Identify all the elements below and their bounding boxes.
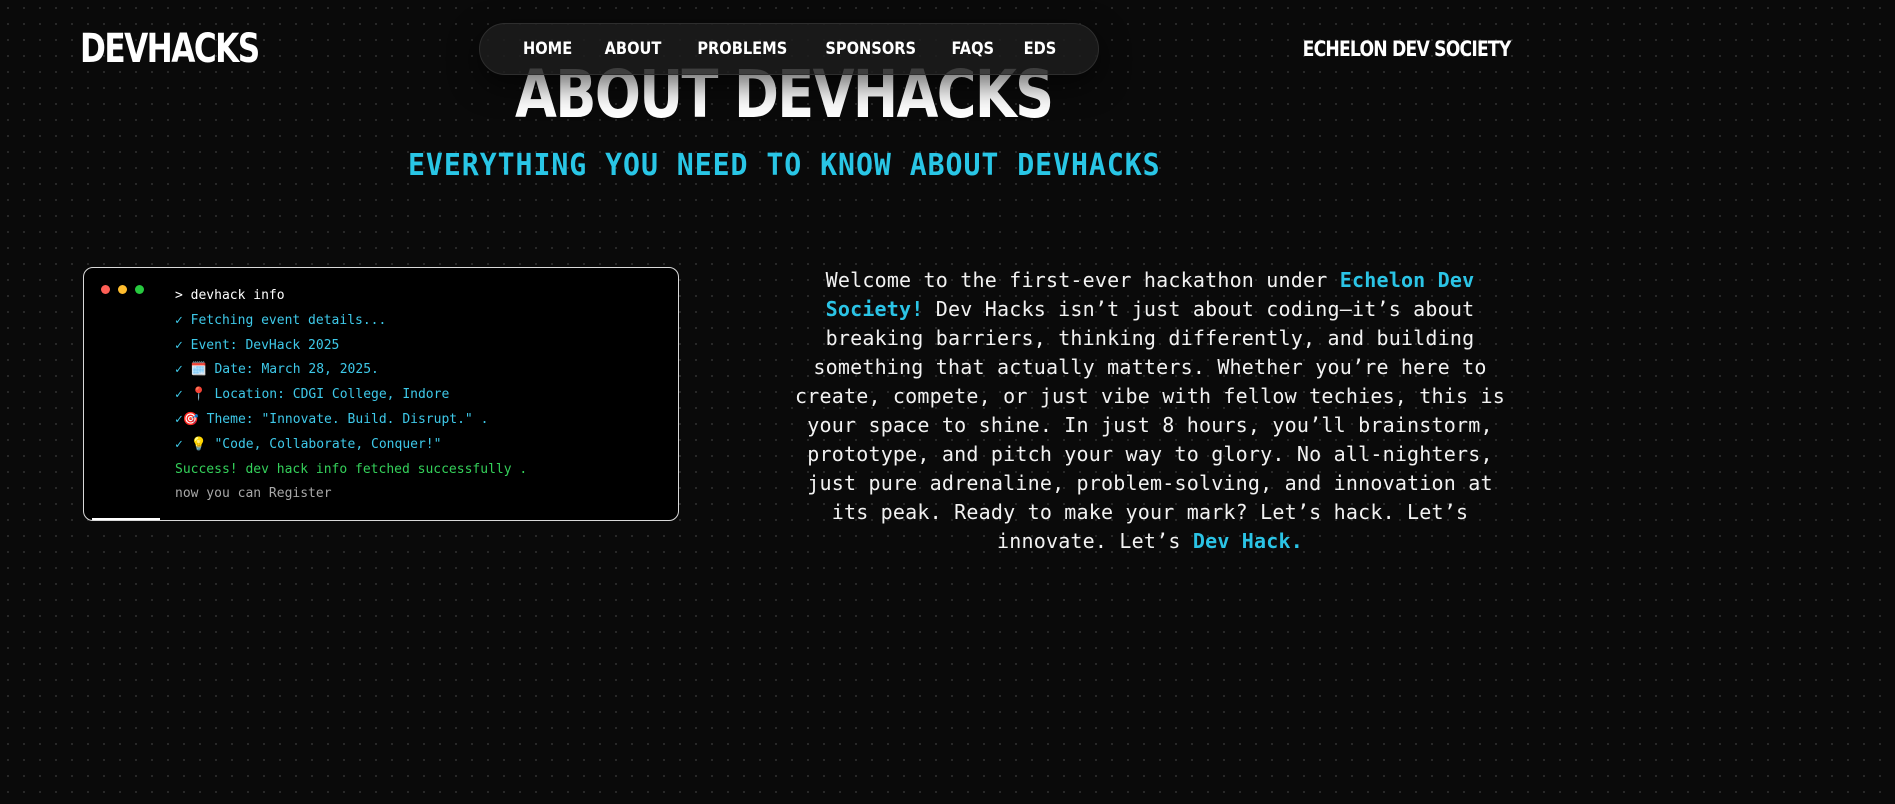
nav-eds[interactable]: EDS xyxy=(1014,39,1067,59)
terminal-register-prompt: now you can Register xyxy=(175,486,332,502)
nav-faqs[interactable]: FAQS xyxy=(941,39,1004,59)
about-description: Welcome to the first-ever hackathon unde… xyxy=(795,266,1505,556)
terminal-window: > devhack info ✓ Fetching event details.… xyxy=(83,267,679,521)
terminal-line: ✓ 📍 Location: CDGI College, Indore xyxy=(175,383,527,408)
calendar-icon: 🗓️ xyxy=(190,362,207,378)
main-nav: HOME ABOUT PROBLEMS SPONSORS FAQS EDS xyxy=(479,23,1099,75)
window-controls xyxy=(101,285,144,294)
terminal-line: ✓ Fetching event details... xyxy=(175,309,527,334)
terminal-output: > devhack info ✓ Fetching event details.… xyxy=(175,284,527,507)
terminal-line-text: Theme: "Innovate. Build. Disrupt." . xyxy=(206,411,489,427)
org-name[interactable]: ECHELON DEV SOCIETY xyxy=(1302,36,1511,62)
target-icon: 🎯 xyxy=(182,411,200,427)
nav-about[interactable]: ABOUT xyxy=(594,39,671,59)
nav-problems[interactable]: PROBLEMS xyxy=(687,39,798,59)
close-dot-icon xyxy=(101,285,110,294)
terminal-line-text: "Code, Collaborate, Conquer!" xyxy=(214,436,442,452)
check-icon: ✓ xyxy=(175,387,183,403)
minimize-dot-icon xyxy=(118,285,127,294)
check-icon: ✓ xyxy=(175,362,183,378)
check-icon: ✓ xyxy=(175,411,183,427)
nav-home[interactable]: HOME xyxy=(512,39,582,59)
location-pin-icon: 📍 xyxy=(190,387,207,403)
lightbulb-icon: 💡 xyxy=(190,436,207,452)
terminal-line-text: Date: March 28, 2025. xyxy=(214,362,379,378)
terminal-command: > devhack info xyxy=(175,288,285,303)
terminal-line: ✓ 💡 "Code, Collaborate, Conquer!" xyxy=(175,433,527,458)
terminal-cursor-bar xyxy=(92,518,160,520)
terminal-line: ✓ 🗓️ Date: March 28, 2025. xyxy=(175,358,527,383)
page-subtitle: EVERYTHING YOU NEED TO KNOW ABOUT DEVHAC… xyxy=(0,148,1568,184)
terminal-line-text: Event: DevHack 2025 xyxy=(190,337,340,353)
terminal-line-text: Location: CDGI College, Indore xyxy=(214,387,450,403)
desc-highlight-devhack: Dev Hack. xyxy=(1192,529,1304,553)
check-icon: ✓ xyxy=(175,312,183,328)
maximize-dot-icon xyxy=(135,285,144,294)
terminal-line: ✓ Event: DevHack 2025 xyxy=(175,334,527,359)
desc-body: Dev Hacks isn’t just about coding—it’s a… xyxy=(795,297,1505,553)
page: DEVHACKS HOME ABOUT PROBLEMS SPONSORS FA… xyxy=(0,0,1568,665)
page-subtitle-text: EVERYTHING YOU NEED TO KNOW ABOUT DEVHAC… xyxy=(407,148,1161,183)
nav-sponsors[interactable]: SPONSORS xyxy=(815,39,926,59)
terminal-line: ✓🎯 Theme: "Innovate. Build. Disrupt." . xyxy=(175,408,527,433)
terminal-success: Success! dev hack info fetched successfu… xyxy=(175,461,528,477)
check-icon: ✓ xyxy=(175,337,183,353)
desc-intro: Welcome to the first-ever hackathon unde… xyxy=(825,268,1340,292)
check-icon: ✓ xyxy=(175,436,183,452)
terminal-line-text: Fetching event details... xyxy=(190,312,387,328)
